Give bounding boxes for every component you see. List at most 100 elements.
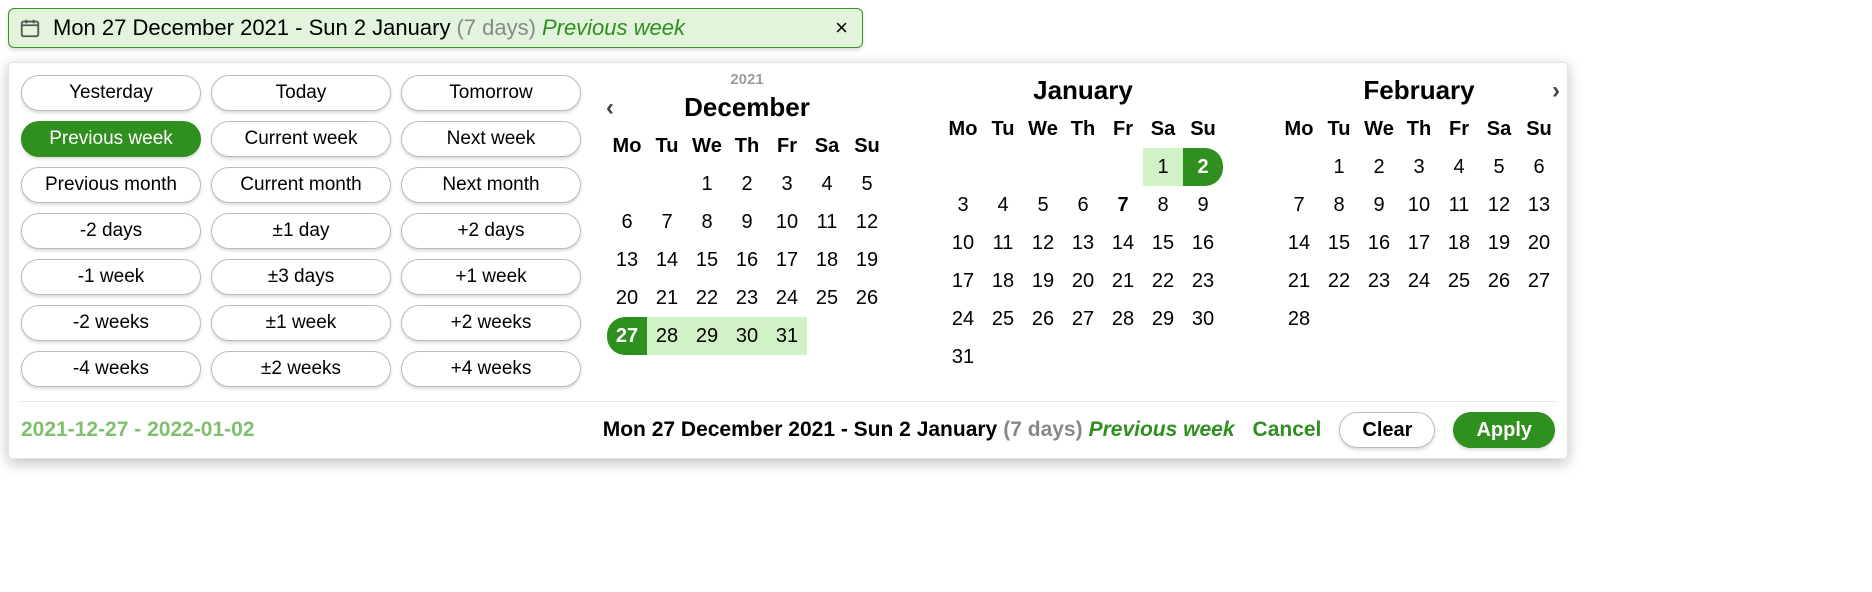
day-cell[interactable]: 1 [1319,148,1359,186]
day-cell[interactable]: 4 [1439,148,1479,186]
day-cell[interactable]: 28 [1279,300,1319,338]
preset-current-week[interactable]: Current week [211,121,391,157]
clear-icon[interactable]: × [831,15,852,41]
preset--1-week[interactable]: -1 week [21,259,201,295]
day-cell[interactable]: 13 [607,241,647,279]
day-cell[interactable]: 17 [767,241,807,279]
preset-current-month[interactable]: Current month [211,167,391,203]
day-cell[interactable]: 12 [847,203,887,241]
next-month-button[interactable]: › [1543,77,1569,105]
preset--1-week[interactable]: +1 week [401,259,581,295]
day-cell[interactable]: 14 [1103,224,1143,262]
day-cell[interactable]: 9 [1183,186,1223,224]
day-cell[interactable]: 24 [943,300,983,338]
day-cell[interactable]: 18 [983,262,1023,300]
day-cell[interactable]: 17 [1399,224,1439,262]
day-cell[interactable]: 22 [1143,262,1183,300]
preset--4-weeks[interactable]: -4 weeks [21,351,201,387]
day-cell[interactable]: 12 [1023,224,1063,262]
preset--4-weeks[interactable]: +4 weeks [401,351,581,387]
preset-next-week[interactable]: Next week [401,121,581,157]
day-cell[interactable]: 2 [1359,148,1399,186]
preset-previous-week[interactable]: Previous week [21,121,201,157]
day-cell[interactable]: 22 [1319,262,1359,300]
preset--2-days[interactable]: +2 days [401,213,581,249]
day-cell[interactable]: 16 [1359,224,1399,262]
day-cell[interactable]: 10 [767,203,807,241]
day-cell[interactable]: 3 [1399,148,1439,186]
day-cell[interactable]: 6 [607,203,647,241]
day-cell[interactable]: 27 [607,317,647,355]
cancel-button[interactable]: Cancel [1253,418,1322,442]
day-cell[interactable]: 24 [1399,262,1439,300]
day-cell[interactable]: 28 [647,317,687,355]
day-cell[interactable]: 23 [1359,262,1399,300]
preset--2-weeks[interactable]: ±2 weeks [211,351,391,387]
day-cell[interactable]: 26 [1023,300,1063,338]
preset--2-weeks[interactable]: +2 weeks [401,305,581,341]
day-cell[interactable]: 22 [687,279,727,317]
preset-yesterday[interactable]: Yesterday [21,75,201,111]
apply-button[interactable]: Apply [1453,412,1555,448]
day-cell[interactable]: 16 [727,241,767,279]
day-cell[interactable]: 1 [687,165,727,203]
day-cell[interactable]: 19 [1479,224,1519,262]
day-cell[interactable]: 8 [1143,186,1183,224]
day-cell[interactable]: 2 [727,165,767,203]
preset-tomorrow[interactable]: Tomorrow [401,75,581,111]
day-cell[interactable]: 10 [1399,186,1439,224]
day-cell[interactable]: 31 [943,338,983,376]
day-cell[interactable]: 9 [1359,186,1399,224]
date-range-input[interactable]: Mon 27 December 2021 - Sun 2 January (7 … [8,8,863,48]
day-cell[interactable]: 30 [1183,300,1223,338]
day-cell[interactable]: 11 [983,224,1023,262]
day-cell[interactable]: 10 [943,224,983,262]
day-cell[interactable]: 3 [943,186,983,224]
day-cell[interactable]: 15 [1319,224,1359,262]
day-cell[interactable]: 25 [1439,262,1479,300]
day-cell[interactable]: 21 [1279,262,1319,300]
day-cell[interactable]: 18 [807,241,847,279]
day-cell[interactable]: 5 [847,165,887,203]
day-cell[interactable]: 23 [1183,262,1223,300]
day-cell[interactable]: 11 [1439,186,1479,224]
day-cell[interactable]: 18 [1439,224,1479,262]
day-cell[interactable]: 20 [1063,262,1103,300]
day-cell[interactable]: 4 [983,186,1023,224]
day-cell[interactable]: 14 [647,241,687,279]
day-cell[interactable]: 20 [1519,224,1559,262]
prev-month-button[interactable]: ‹ [597,94,623,122]
day-cell[interactable]: 13 [1063,224,1103,262]
day-cell[interactable]: 15 [1143,224,1183,262]
day-cell[interactable]: 1 [1143,148,1183,186]
day-cell[interactable]: 29 [687,317,727,355]
day-cell[interactable]: 7 [647,203,687,241]
day-cell[interactable]: 21 [647,279,687,317]
day-cell[interactable]: 7 [1279,186,1319,224]
day-cell[interactable]: 3 [767,165,807,203]
day-cell[interactable]: 31 [767,317,807,355]
day-cell[interactable]: 26 [1479,262,1519,300]
day-cell[interactable]: 16 [1183,224,1223,262]
day-cell[interactable]: 7 [1103,186,1143,224]
preset--1-week[interactable]: ±1 week [211,305,391,341]
day-cell[interactable]: 19 [1023,262,1063,300]
day-cell[interactable]: 11 [807,203,847,241]
clear-button[interactable]: Clear [1339,412,1435,448]
day-cell[interactable]: 23 [727,279,767,317]
day-cell[interactable]: 15 [687,241,727,279]
preset-next-month[interactable]: Next month [401,167,581,203]
day-cell[interactable]: 25 [807,279,847,317]
day-cell[interactable]: 8 [1319,186,1359,224]
day-cell[interactable]: 6 [1519,148,1559,186]
day-cell[interactable]: 6 [1063,186,1103,224]
day-cell[interactable]: 19 [847,241,887,279]
day-cell[interactable]: 5 [1023,186,1063,224]
preset-today[interactable]: Today [211,75,391,111]
preset-previous-month[interactable]: Previous month [21,167,201,203]
day-cell[interactable]: 4 [807,165,847,203]
day-cell[interactable]: 13 [1519,186,1559,224]
day-cell[interactable]: 24 [767,279,807,317]
preset--1-day[interactable]: ±1 day [211,213,391,249]
preset--3-days[interactable]: ±3 days [211,259,391,295]
